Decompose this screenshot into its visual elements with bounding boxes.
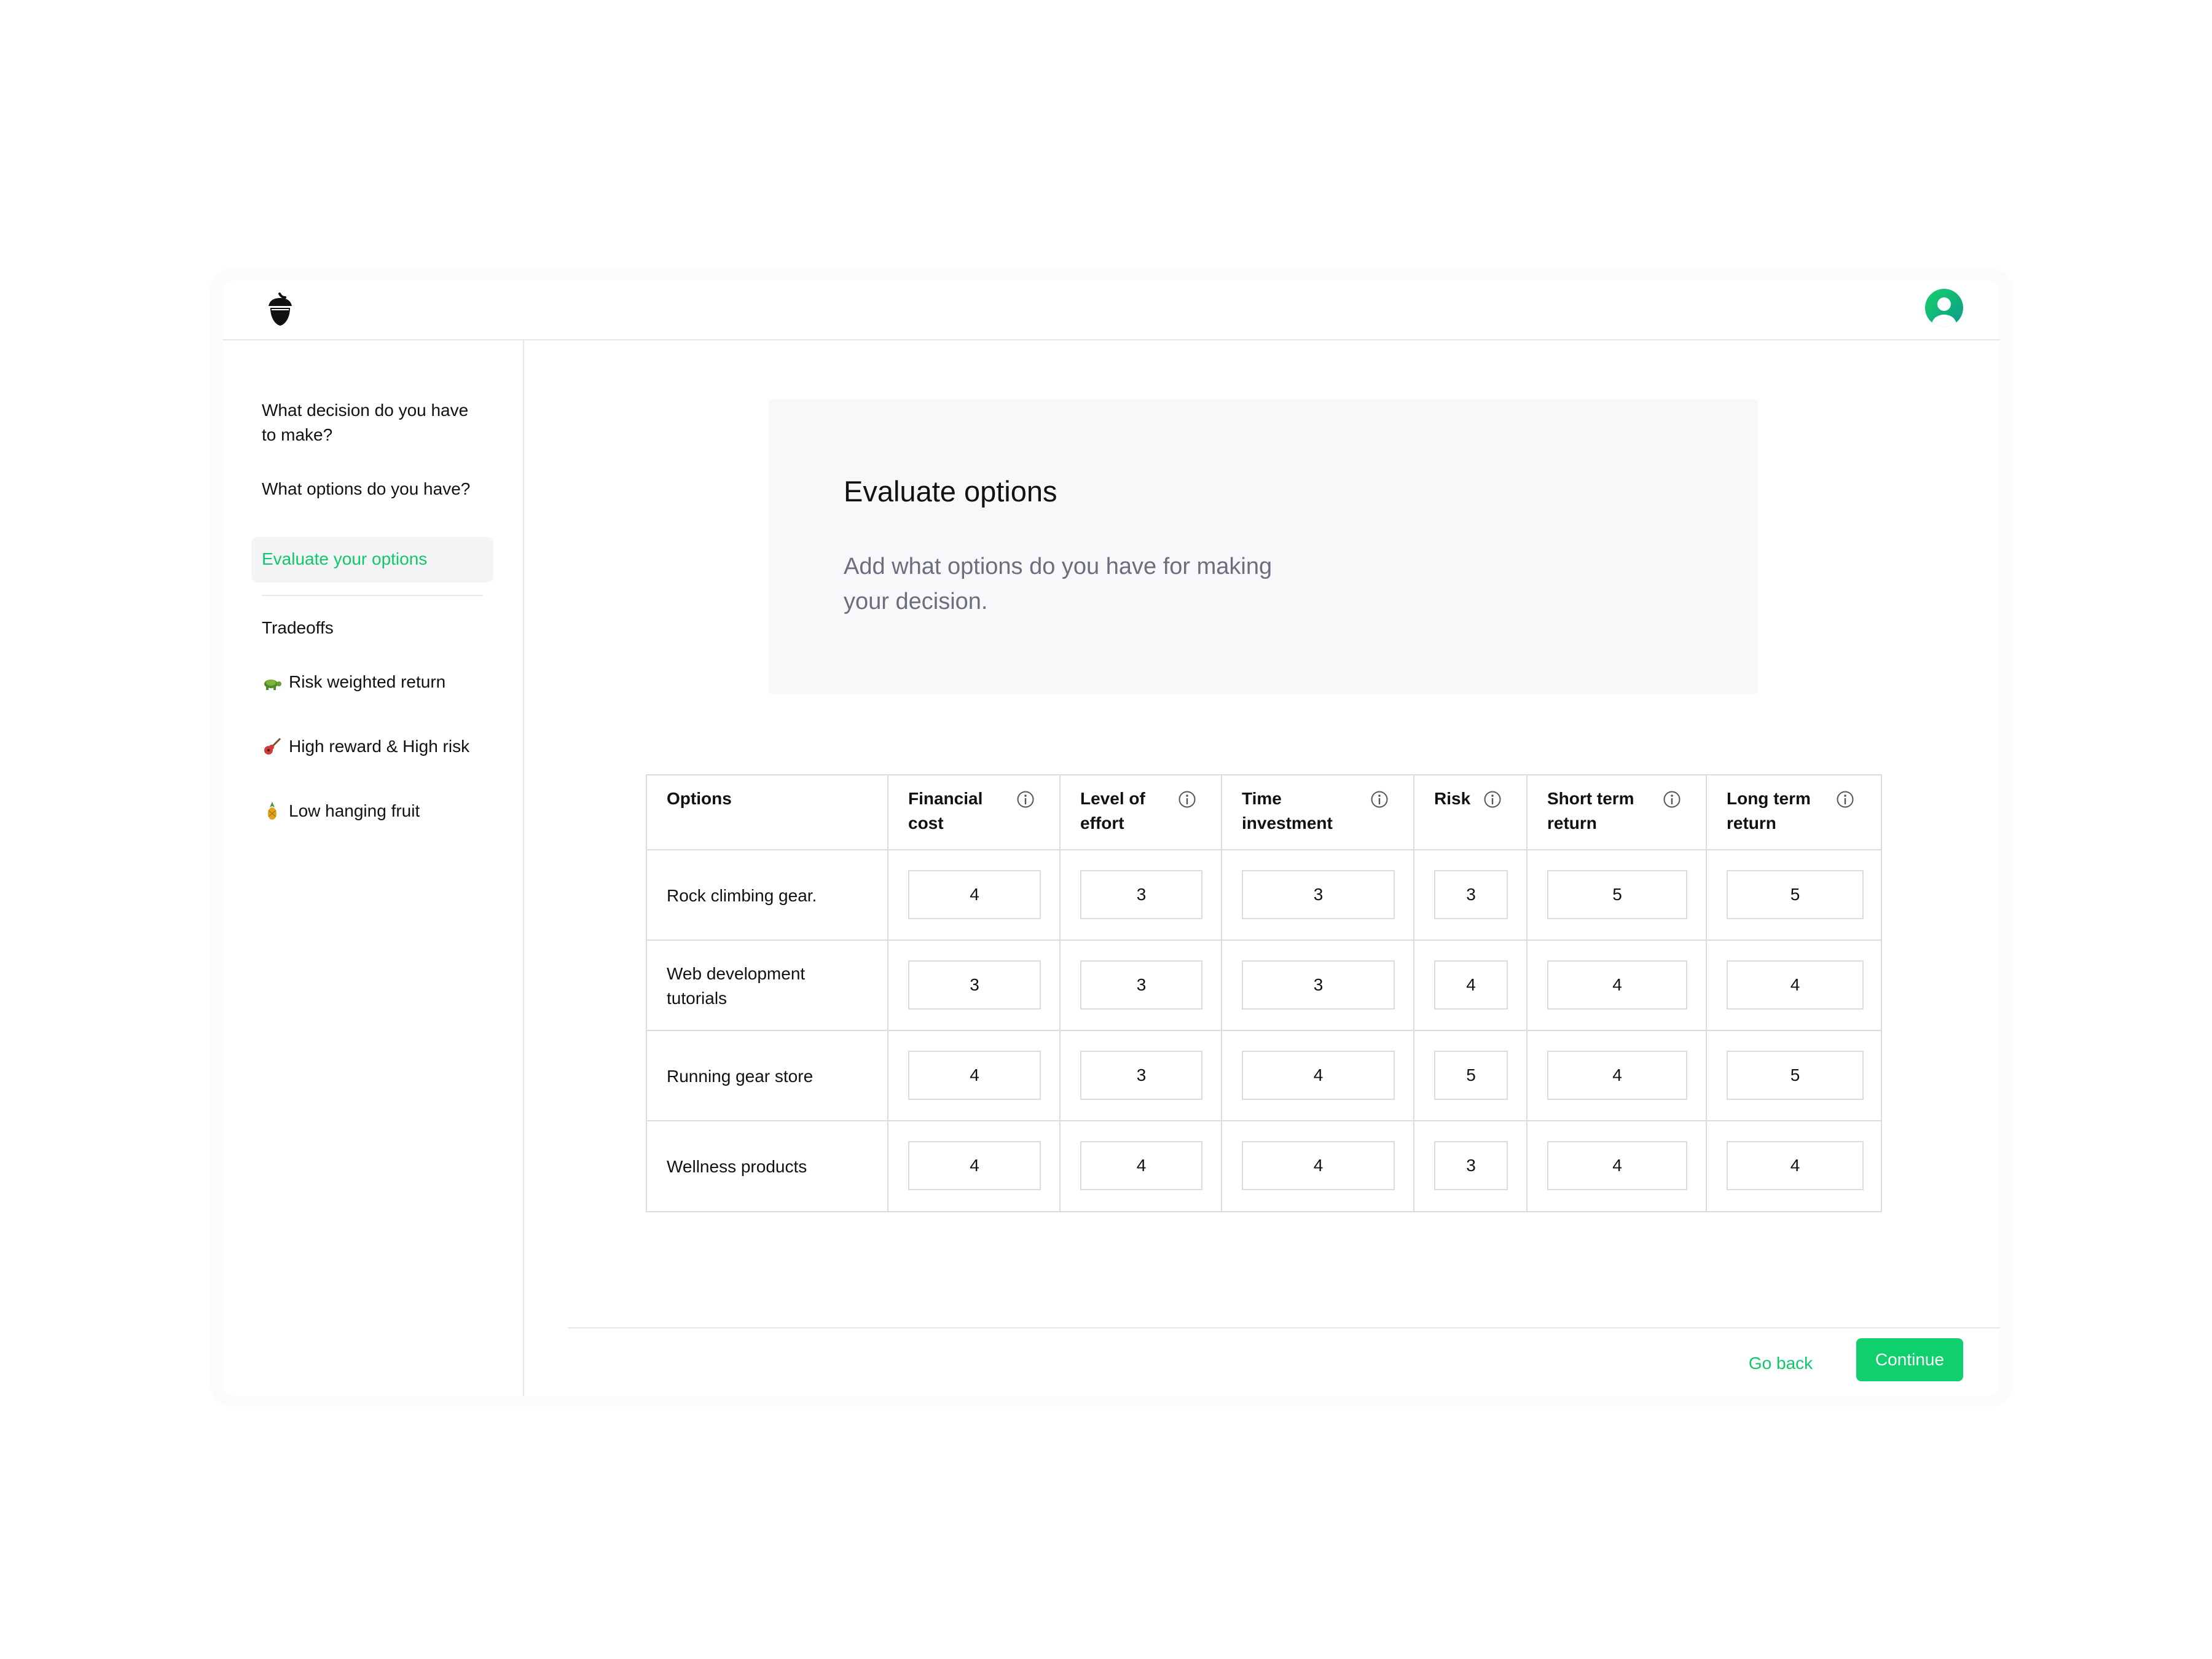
- table-row-label-cell: Wellness products: [647, 1121, 888, 1211]
- tradeoff-label: Low hanging fruit: [289, 801, 420, 820]
- tradeoff-low-hanging[interactable]: Low hanging fruit: [262, 799, 420, 823]
- score-input-financial-cost[interactable]: 3: [908, 960, 1041, 1010]
- score-input-time-investment[interactable]: 3: [1242, 870, 1395, 919]
- score-input-financial-cost[interactable]: 4: [908, 1141, 1041, 1190]
- acorn-icon[interactable]: [266, 292, 294, 327]
- info-icon[interactable]: [1836, 790, 1854, 809]
- info-icon[interactable]: [1370, 790, 1389, 809]
- score-input-level-of-effort[interactable]: 3: [1080, 960, 1202, 1010]
- score-input-short-term-return[interactable]: 4: [1547, 1051, 1687, 1100]
- score-input-long-term-return[interactable]: 4: [1727, 1141, 1864, 1190]
- footer-divider: [568, 1327, 2000, 1328]
- sidebar: What decision do you have to make? What …: [223, 340, 524, 1396]
- app-window: What decision do you have to make? What …: [223, 280, 2000, 1396]
- column-header-options: Options: [647, 775, 888, 850]
- table-row-label-cell: Rock climbing gear.: [647, 850, 888, 941]
- column-header-label: Time investment: [1242, 789, 1333, 833]
- score-input-level-of-effort[interactable]: 3: [1080, 1051, 1202, 1100]
- score-input-financial-cost[interactable]: 4: [908, 1051, 1041, 1100]
- option-name: Web development tutorials: [667, 964, 806, 1008]
- guitar-icon: [264, 737, 281, 755]
- turtle-icon: [264, 680, 281, 690]
- score-input-time-investment[interactable]: 4: [1242, 1141, 1395, 1190]
- page-subtitle: Add what options do you have for making …: [844, 554, 1273, 614]
- top-bar: [223, 280, 2000, 340]
- tradeoff-label: Risk weighted return: [289, 672, 446, 691]
- score-input-short-term-return[interactable]: 4: [1547, 1141, 1687, 1190]
- column-header-short-term-return: Short term return: [1528, 775, 1707, 850]
- info-icon[interactable]: [1663, 790, 1681, 809]
- score-input-risk[interactable]: 3: [1434, 870, 1508, 919]
- score-input-level-of-effort[interactable]: 3: [1080, 870, 1202, 919]
- score-input-short-term-return[interactable]: 4: [1547, 960, 1687, 1010]
- score-input-risk[interactable]: 4: [1434, 960, 1508, 1010]
- page-title: Evaluate options: [844, 475, 1057, 508]
- tradeoff-risk-weighted[interactable]: Risk weighted return: [262, 670, 445, 694]
- score-input-risk[interactable]: 3: [1434, 1141, 1508, 1190]
- score-input-long-term-return[interactable]: 5: [1727, 870, 1864, 919]
- option-name: Wellness products: [667, 1157, 807, 1176]
- column-header-label: Short term return: [1547, 789, 1634, 833]
- continue-button[interactable]: Continue: [1856, 1338, 1963, 1381]
- score-input-level-of-effort[interactable]: 4: [1080, 1141, 1202, 1190]
- info-icon[interactable]: [1016, 790, 1035, 809]
- user-avatar-icon[interactable]: [1924, 288, 1964, 328]
- table-row-label-cell: Running gear store: [647, 1031, 888, 1121]
- table-row-label-cell: Web development tutorials: [647, 941, 888, 1031]
- column-header-label: Financial cost: [908, 789, 983, 833]
- column-header-level-of-effort: Level of effort: [1061, 775, 1222, 850]
- evaluation-table: Options Financial cost Level of effort T…: [646, 774, 1882, 1212]
- score-input-long-term-return[interactable]: 4: [1727, 960, 1864, 1010]
- column-header-long-term-return: Long term return: [1707, 775, 1881, 850]
- tradeoffs-heading: Tradeoffs: [262, 618, 334, 637]
- column-header-label: Level of effort: [1080, 789, 1145, 833]
- info-icon[interactable]: [1178, 790, 1196, 809]
- option-name: Rock climbing gear.: [667, 886, 817, 905]
- score-input-financial-cost[interactable]: 4: [908, 870, 1041, 919]
- column-header-label: Options: [667, 789, 732, 808]
- option-name: Running gear store: [667, 1067, 814, 1086]
- column-header-financial-cost: Financial cost: [888, 775, 1061, 850]
- score-input-short-term-return[interactable]: 5: [1547, 870, 1687, 919]
- pineapple-icon: [268, 802, 276, 820]
- go-back-button[interactable]: Go back: [1741, 1342, 1821, 1385]
- sidebar-step-decision[interactable]: What decision do you have to make?: [262, 398, 483, 447]
- score-input-risk[interactable]: 5: [1434, 1051, 1508, 1100]
- column-header-label: Long term return: [1727, 789, 1811, 833]
- sidebar-step-options[interactable]: What options do you have?: [262, 477, 483, 501]
- column-header-risk: Risk: [1414, 775, 1528, 850]
- tradeoff-label: High reward & High risk: [289, 737, 470, 756]
- score-input-time-investment[interactable]: 3: [1242, 960, 1395, 1010]
- info-icon[interactable]: [1483, 790, 1502, 809]
- tradeoff-high-reward[interactable]: High reward & High risk: [262, 734, 469, 759]
- score-input-long-term-return[interactable]: 5: [1727, 1051, 1864, 1100]
- intro-card: Evaluate options Add what options do you…: [769, 399, 1758, 694]
- column-header-time-investment: Time investment: [1222, 775, 1414, 850]
- sidebar-step-evaluate[interactable]: Evaluate your options: [251, 537, 493, 582]
- sidebar-divider: [262, 595, 483, 596]
- score-input-time-investment[interactable]: 4: [1242, 1051, 1395, 1100]
